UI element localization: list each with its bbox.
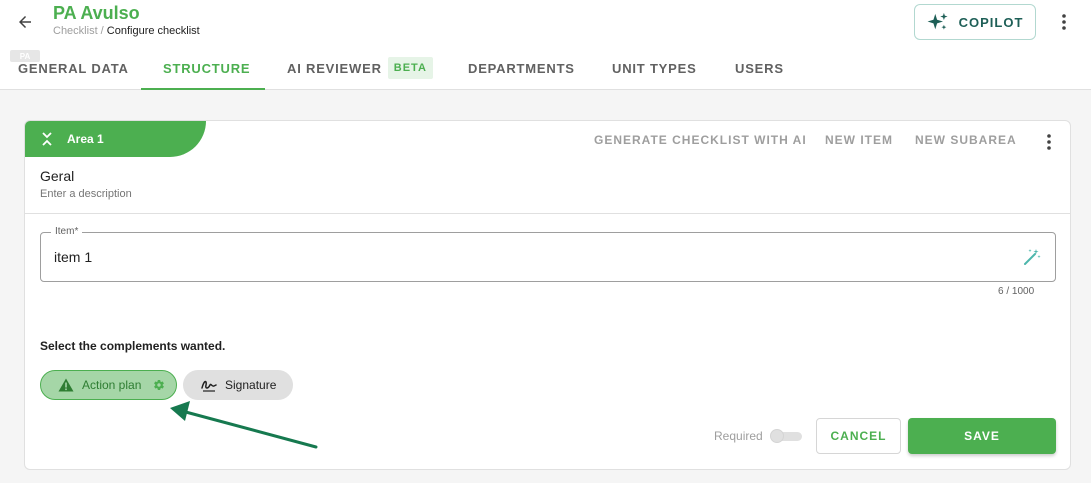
more-vertical-icon (1062, 14, 1066, 30)
arrow-left-icon (19, 16, 31, 28)
annotation-arrow (170, 401, 318, 449)
tab-label: GENERAL DATA (18, 60, 129, 76)
item-input[interactable] (54, 245, 994, 269)
settings-icon (154, 380, 165, 391)
active-tab-indicator (141, 88, 265, 90)
breadcrumb-current: Configure checklist (106, 25, 200, 37)
tab-label: STRUCTURE (163, 60, 251, 76)
item-field: Item* (40, 226, 1056, 282)
breadcrumb-separator: / (97, 25, 107, 37)
tab-label: USERS (735, 60, 784, 76)
save-button[interactable]: SAVE (908, 418, 1056, 454)
area-header[interactable]: Area 1 (25, 121, 206, 157)
tab-label: AI REVIEWER (287, 60, 382, 76)
item-field-label: Item* (51, 226, 83, 237)
sparkle-icon (927, 12, 948, 30)
breadcrumb: Checklist / Configure checklist (53, 25, 200, 37)
magic-wand-button[interactable] (1021, 246, 1043, 268)
more-options-button[interactable] (1054, 10, 1074, 34)
tab-bar: GENERAL DATA STRUCTURE AI REVIEWER BETA D… (0, 46, 1091, 90)
top-app-bar: PA Avulso Checklist / Configure checklis… (0, 0, 1091, 90)
section-title[interactable]: Geral (40, 168, 74, 184)
breadcrumb-parent[interactable]: Checklist (53, 25, 98, 37)
tab-ai-reviewer[interactable]: AI REVIEWER BETA (287, 46, 433, 90)
generate-checklist-ai-button[interactable]: GENERATE CHECKLIST WITH AI (594, 133, 807, 147)
small-tag: PA (10, 50, 40, 62)
tab-unit-types[interactable]: UNIT TYPES (612, 46, 697, 90)
more-vertical-icon (1047, 134, 1051, 150)
back-button[interactable] (12, 9, 38, 35)
character-counter: 6 / 1000 (998, 286, 1035, 297)
complements-label: Select the complements wanted. (40, 339, 226, 353)
page-title: PA Avulso (53, 3, 140, 23)
warning-icon (58, 378, 74, 392)
action-plan-chip[interactable]: Action plan (40, 370, 177, 400)
signature-label: Signature (225, 378, 277, 392)
new-subarea-button[interactable]: NEW SUBAREA (915, 133, 1017, 147)
tab-label: UNIT TYPES (612, 60, 697, 76)
copilot-label: COPILOT (958, 14, 1024, 30)
action-plan-label: Action plan (82, 378, 142, 392)
copilot-button[interactable]: COPILOT (914, 4, 1036, 40)
collapse-icon (42, 132, 52, 146)
magic-wand-icon (1024, 249, 1041, 265)
tab-label: DEPARTMENTS (468, 60, 575, 76)
tab-structure[interactable]: STRUCTURE (163, 46, 250, 90)
cancel-button[interactable]: CANCEL (816, 418, 901, 454)
tab-departments[interactable]: DEPARTMENTS (468, 46, 575, 90)
required-label: Required (714, 429, 763, 443)
required-toggle[interactable] (770, 429, 804, 443)
divider (25, 213, 1070, 214)
beta-badge: BETA (387, 57, 433, 79)
new-item-button[interactable]: NEW ITEM (825, 133, 893, 147)
signature-icon (201, 380, 217, 392)
toggle-thumb (770, 429, 784, 443)
section-description[interactable]: Enter a description (40, 188, 132, 200)
action-plan-settings-button[interactable] (153, 379, 165, 391)
area-title: Area 1 (67, 132, 104, 146)
tab-users[interactable]: USERS (735, 46, 784, 90)
area-more-options-button[interactable] (1041, 131, 1057, 153)
